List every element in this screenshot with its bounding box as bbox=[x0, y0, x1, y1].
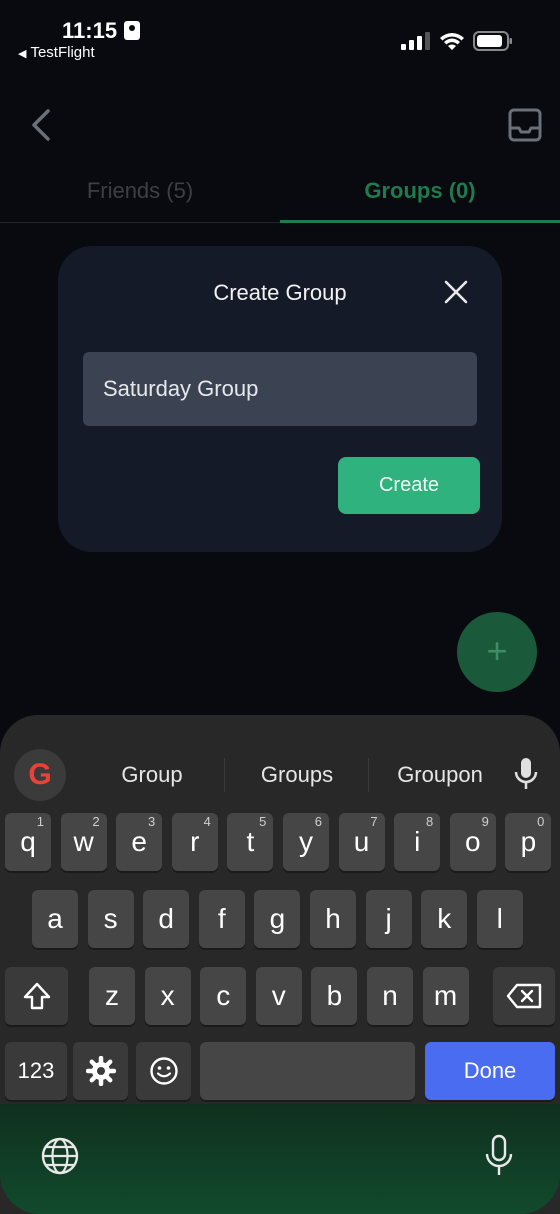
suggestion-2[interactable]: Groups bbox=[232, 762, 362, 788]
globe-icon[interactable] bbox=[40, 1136, 80, 1176]
smiley-icon bbox=[149, 1057, 178, 1085]
key-number-hint: 2 bbox=[92, 814, 100, 829]
shift-key[interactable] bbox=[5, 967, 68, 1025]
suggestion-divider bbox=[368, 758, 369, 792]
keyboard-bottom-bar bbox=[0, 1104, 560, 1214]
key-t[interactable]: t5 bbox=[227, 813, 274, 871]
suggestion-divider bbox=[224, 758, 225, 792]
key-f[interactable]: f bbox=[198, 890, 245, 948]
backspace-icon bbox=[506, 983, 542, 1009]
battery-icon bbox=[473, 31, 512, 51]
dialog-title: Create Group bbox=[213, 280, 347, 305]
key-label: i bbox=[414, 826, 421, 857]
shift-arrow-icon bbox=[23, 982, 50, 1010]
key-number-hint: 1 bbox=[36, 814, 44, 829]
cellular-signal-icon bbox=[401, 32, 430, 50]
google-g-icon: G bbox=[28, 758, 52, 791]
key-m[interactable]: m bbox=[422, 967, 469, 1025]
key-v[interactable]: v bbox=[255, 967, 302, 1025]
key-k[interactable]: k bbox=[421, 890, 468, 948]
app-screen: 11:15 ◀ TestFlight Friends (5) Groups (0)… bbox=[0, 0, 560, 1214]
suggestion-1[interactable]: Group bbox=[87, 762, 217, 788]
key-l[interactable]: l bbox=[476, 890, 523, 948]
suggestion-3[interactable]: Groupon bbox=[375, 762, 505, 788]
microphone-icon[interactable] bbox=[512, 756, 540, 792]
create-button[interactable]: Create bbox=[338, 457, 480, 514]
key-number-hint: 4 bbox=[203, 814, 211, 829]
active-tab-indicator bbox=[280, 220, 560, 223]
id-card-icon bbox=[124, 21, 140, 40]
key-number-hint: 0 bbox=[537, 814, 545, 829]
space-key[interactable] bbox=[200, 1042, 415, 1100]
key-e[interactable]: e3 bbox=[116, 813, 163, 871]
key-s[interactable]: s bbox=[87, 890, 134, 948]
key-label: y bbox=[299, 826, 313, 857]
settings-key[interactable] bbox=[73, 1042, 128, 1100]
key-r[interactable]: r4 bbox=[171, 813, 218, 871]
key-y[interactable]: y6 bbox=[283, 813, 329, 871]
back-triangle-icon: ◀ bbox=[18, 48, 27, 60]
backspace-key[interactable] bbox=[493, 967, 555, 1025]
key-g[interactable]: g bbox=[254, 890, 301, 948]
key-d[interactable]: d bbox=[143, 890, 190, 948]
tab-friends[interactable]: Friends (5) bbox=[0, 178, 280, 222]
inbox-icon[interactable] bbox=[506, 106, 544, 144]
back-to-app-link[interactable]: ◀ TestFlight bbox=[18, 44, 95, 61]
key-label: p bbox=[520, 826, 537, 857]
key-n[interactable]: n bbox=[367, 967, 413, 1025]
key-o[interactable]: o9 bbox=[449, 813, 496, 871]
gear-icon bbox=[85, 1055, 116, 1087]
key-label: u bbox=[353, 826, 370, 857]
key-a[interactable]: a bbox=[32, 890, 78, 948]
key-j[interactable]: j bbox=[365, 890, 412, 948]
key-label: r bbox=[190, 826, 200, 857]
key-number-hint: 9 bbox=[481, 814, 489, 829]
key-label: e bbox=[131, 826, 147, 857]
key-w[interactable]: w2 bbox=[60, 813, 107, 871]
key-x[interactable]: x bbox=[144, 967, 191, 1025]
key-h[interactable]: h bbox=[310, 890, 356, 948]
key-q[interactable]: q1 bbox=[5, 813, 51, 871]
google-logo-button[interactable]: G bbox=[14, 749, 66, 801]
key-u[interactable]: u7 bbox=[338, 813, 385, 871]
key-z[interactable]: z bbox=[89, 967, 135, 1025]
close-icon[interactable] bbox=[442, 278, 470, 306]
key-c[interactable]: c bbox=[200, 967, 247, 1025]
key-label: t bbox=[246, 826, 255, 857]
status-time: 11:15 bbox=[62, 18, 118, 43]
key-i[interactable]: i8 bbox=[394, 813, 441, 871]
key-number-hint: 7 bbox=[370, 814, 378, 829]
numbers-key[interactable]: 123 bbox=[5, 1042, 67, 1100]
key-label: w bbox=[73, 826, 94, 857]
dictation-mic-icon[interactable] bbox=[484, 1134, 514, 1178]
back-app-label: TestFlight bbox=[30, 44, 95, 61]
key-p[interactable]: p0 bbox=[505, 813, 552, 871]
emoji-key[interactable] bbox=[136, 1042, 191, 1100]
group-name-input[interactable]: Saturday Group bbox=[83, 352, 477, 426]
key-number-hint: 8 bbox=[425, 814, 434, 829]
plus-icon: + bbox=[486, 630, 508, 671]
key-label: o bbox=[465, 826, 481, 857]
key-number-hint: 3 bbox=[147, 814, 156, 829]
key-b[interactable]: b bbox=[311, 967, 358, 1025]
key-label: q bbox=[20, 826, 36, 857]
key-number-hint: 5 bbox=[259, 814, 267, 829]
wifi-icon bbox=[440, 33, 464, 50]
key-number-hint: 6 bbox=[314, 814, 322, 829]
tab-groups[interactable]: Groups (0) bbox=[280, 178, 560, 222]
add-fab-button[interactable]: + bbox=[457, 612, 537, 692]
back-chevron-icon[interactable] bbox=[26, 106, 58, 144]
done-key[interactable]: Done bbox=[425, 1042, 555, 1100]
create-group-dialog: Create Group Saturday Group Create bbox=[58, 246, 502, 552]
